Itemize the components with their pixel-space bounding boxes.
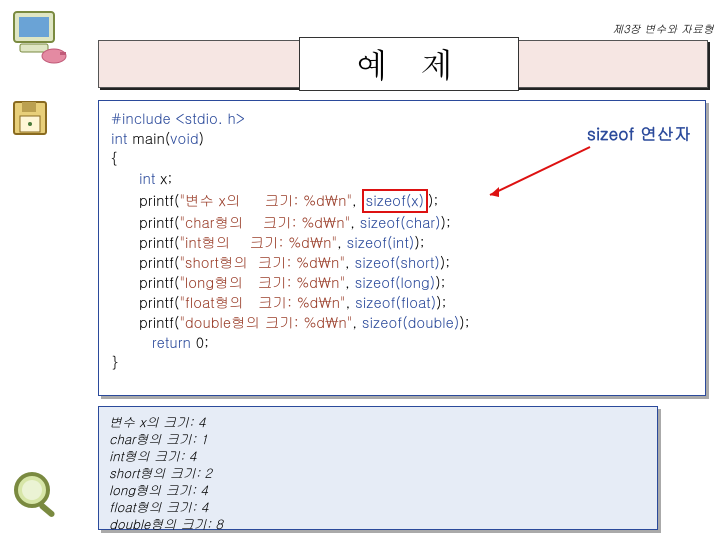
- code-text: );: [436, 293, 446, 313]
- slide-title: 예 제: [299, 37, 519, 91]
- code-text: ,: [345, 293, 355, 313]
- code-text: ,: [337, 233, 347, 253]
- output-line: char형의 크기: 1: [109, 430, 647, 447]
- code-text: sizeof(short): [355, 253, 440, 273]
- code-text: sizeof(int): [347, 233, 415, 253]
- code-text: int: [111, 129, 127, 149]
- output-line: double형의 크기: 8: [109, 515, 647, 532]
- magnifier-icon: [10, 468, 64, 522]
- code-line: printf("short형의 크기: %d\n", sizeof(short)…: [111, 253, 693, 273]
- output-line: int형의 크기: 4: [109, 447, 647, 464]
- code-text: ,: [352, 313, 362, 333]
- code-text: ,: [345, 273, 355, 293]
- code-text: sizeof(double): [362, 313, 459, 333]
- code-text: "double형의 크기: %d\n": [179, 313, 352, 333]
- code-text: "short형의 크기: %d\n": [179, 253, 344, 273]
- output-box: 변수 x의 크기: 4 char형의 크기: 1 int형의 크기: 4 sho…: [98, 406, 658, 530]
- code-text: printf(: [139, 273, 179, 293]
- sizeof-annotation: sizeof 연산자: [587, 123, 691, 143]
- title-bar: 예 제: [98, 40, 708, 88]
- code-text: sizeof(float): [355, 293, 436, 313]
- floppy-icon: [12, 100, 48, 136]
- code-text: );: [440, 253, 450, 273]
- code-text: x;: [155, 169, 172, 189]
- code-text: );: [414, 233, 424, 253]
- code-text: #include <stdio. h>: [111, 109, 245, 129]
- code-line: printf("long형의 크기: %d\n", sizeof(long));: [111, 273, 693, 293]
- code-text: ,: [345, 253, 355, 273]
- code-text: "변수 x의 크기: %d\n": [179, 191, 351, 211]
- monitor-icon: [8, 8, 68, 66]
- code-text: sizeof(char): [360, 213, 441, 233]
- code-line: int x;: [111, 169, 693, 189]
- code-text: return: [147, 333, 191, 353]
- code-line: printf("float형의 크기: %d\n", sizeof(float)…: [111, 293, 693, 313]
- output-line: long형의 크기: 4: [109, 481, 647, 498]
- code-line: printf("char형의 크기: %d\n", sizeof(char));: [111, 213, 693, 233]
- code-text: ,: [350, 213, 360, 233]
- code-text: void: [170, 129, 198, 149]
- code-text: sizeof(long): [355, 273, 436, 293]
- code-text: );: [441, 213, 451, 233]
- code-text: );: [459, 313, 469, 333]
- code-line: {: [111, 149, 693, 169]
- code-text: );: [428, 191, 438, 211]
- code-text: printf(: [139, 213, 179, 233]
- code-text: printf(: [139, 233, 179, 253]
- code-text: int: [139, 169, 155, 189]
- code-text: "long형의 크기: %d\n": [179, 273, 345, 293]
- code-text: "int형의 크기: %d\n": [179, 233, 337, 253]
- output-line: short형의 크기: 2: [109, 464, 647, 481]
- code-text: printf(: [139, 191, 179, 211]
- code-text: ): [199, 129, 204, 149]
- code-text: printf(: [139, 313, 179, 333]
- output-line: float형의 크기: 4: [109, 498, 647, 515]
- chapter-label: 제3장 변수와 자료형: [612, 22, 714, 37]
- sizeof-highlight: sizeof(x): [362, 189, 428, 213]
- code-box: sizeof 연산자 #include <stdio. h> int main(…: [98, 100, 706, 396]
- code-text: "float형의 크기: %d\n": [179, 293, 345, 313]
- code-line: printf("변수 x의 크기: %d\n", sizeof(x));: [111, 189, 693, 213]
- code-text: printf(: [139, 293, 179, 313]
- code-line: }: [111, 353, 693, 373]
- code-text: printf(: [139, 253, 179, 273]
- code-text: "char형의 크기: %d\n": [179, 213, 350, 233]
- code-line: printf("int형의 크기: %d\n", sizeof(int));: [111, 233, 693, 253]
- code-line: printf("double형의 크기: %d\n", sizeof(doubl…: [111, 313, 693, 333]
- code-line: return 0;: [111, 333, 693, 353]
- code-text: ,: [352, 191, 362, 211]
- code-text: main(: [127, 129, 170, 149]
- code-text: );: [435, 273, 445, 293]
- output-line: 변수 x의 크기: 4: [109, 413, 647, 430]
- code-text: sizeof(x): [366, 191, 424, 211]
- code-text: 0;: [191, 333, 209, 353]
